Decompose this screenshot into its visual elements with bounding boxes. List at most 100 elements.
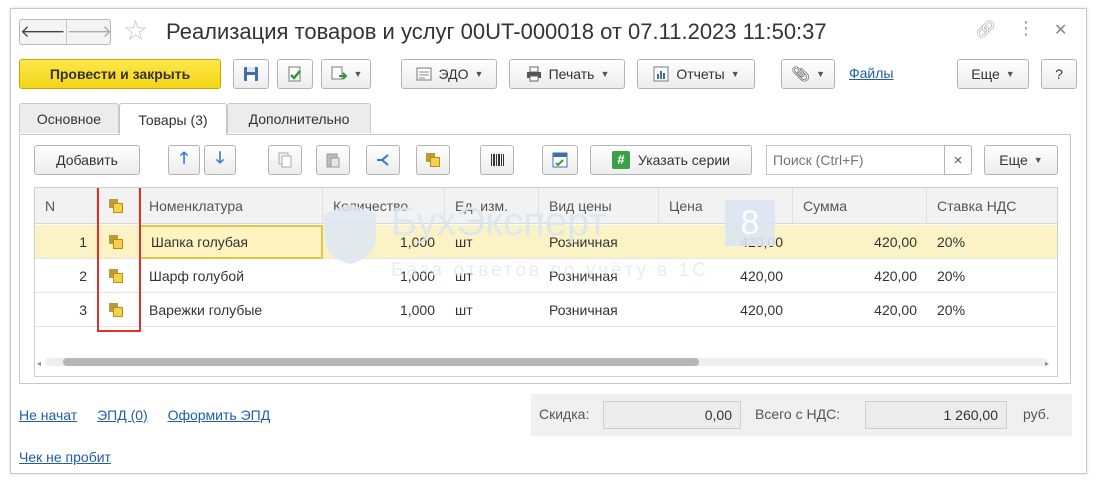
edo-label: ЭДО xyxy=(438,66,469,82)
link-icon[interactable]: 🔗︎ xyxy=(975,20,997,40)
barcode-icon xyxy=(488,151,506,169)
totals-panel: Скидка: 0,00 Всего с НДС: 1 260,00 руб. xyxy=(531,394,1072,436)
price-type-cell[interactable]: Розничная xyxy=(539,225,659,259)
receipt-status-link[interactable]: Чек не пробит xyxy=(19,449,111,465)
unit-cell[interactable]: шт xyxy=(445,259,539,293)
save-button[interactable] xyxy=(233,59,269,89)
post-and-close-button[interactable]: Провести и закрыть xyxy=(19,59,221,89)
table-row[interactable]: 2 Шарф голубой 1,000 шт Розничная 420,00… xyxy=(35,259,1057,293)
tab-main[interactable]: Основное xyxy=(19,103,119,133)
horizontal-scrollbar[interactable] xyxy=(45,358,1047,366)
nomenclature-cell[interactable]: Варежки голубые xyxy=(139,293,323,327)
paste-button[interactable] xyxy=(316,145,350,175)
arrow-up-icon: 🡑 xyxy=(179,149,189,167)
print-button[interactable]: Печать ▼ xyxy=(509,59,625,89)
unit-cell[interactable]: шт xyxy=(445,225,539,259)
price-type-cell[interactable]: Розничная xyxy=(539,259,659,293)
sum-cell[interactable]: 420,00 xyxy=(793,225,927,259)
epd-link[interactable]: ЭПД (0) xyxy=(97,407,148,423)
forward-button[interactable]: 🡒 xyxy=(65,20,112,44)
reports-icon xyxy=(652,65,670,83)
col-nomenclature[interactable]: Номенклатура xyxy=(139,188,323,224)
price-type-cell[interactable]: Розничная xyxy=(539,293,659,327)
move-down-button[interactable]: 🡓 xyxy=(204,145,236,175)
post-button[interactable] xyxy=(277,59,313,89)
row-number: 2 xyxy=(79,268,87,284)
goods-panel: Добавить 🡑 🡓 # Указать серии Поиск (Ctrl… xyxy=(19,134,1071,384)
goods-more-label: Еще xyxy=(999,152,1028,168)
sum-cell[interactable]: 420,00 xyxy=(793,259,927,293)
chevron-down-icon: ▼ xyxy=(1033,155,1043,165)
fill-button[interactable] xyxy=(542,145,578,175)
scroll-right-icon[interactable]: ▸ xyxy=(1045,359,1049,368)
sum-cell[interactable]: 420,00 xyxy=(793,293,927,327)
nomenclature-cell[interactable]: Шарф голубой xyxy=(139,259,323,293)
scroll-left-icon[interactable]: ◂ xyxy=(37,359,41,368)
chevron-down-icon: ▼ xyxy=(730,69,740,79)
hash-icon: # xyxy=(611,151,630,169)
price-cell[interactable]: 420,00 xyxy=(659,293,793,327)
table-row[interactable]: 1 Шапка голубая 1,000 шт Розничная 420,0… xyxy=(35,225,1057,259)
status-link[interactable]: Не начат xyxy=(19,407,77,423)
quantity-cell[interactable]: 1,000 xyxy=(323,225,445,259)
specify-series-button[interactable]: # Указать серии xyxy=(590,145,752,175)
add-button[interactable]: Добавить xyxy=(34,145,140,175)
print-label: Печать xyxy=(548,66,595,82)
move-up-button[interactable]: 🡑 xyxy=(168,145,200,175)
packaging-column-highlight xyxy=(97,188,141,332)
paste-icon xyxy=(324,151,342,169)
help-button[interactable]: ? xyxy=(1041,59,1077,89)
col-price[interactable]: Цена xyxy=(659,188,793,224)
chevron-down-icon: ▼ xyxy=(816,69,825,79)
floppy-disk-icon xyxy=(242,65,260,83)
star-icon[interactable]: ☆ xyxy=(123,16,148,46)
footer-links: Не начат ЭПД (0) Оформить ЭПД xyxy=(19,407,286,423)
edo-button[interactable]: ЭДО ▼ xyxy=(401,59,497,89)
discount-field: 0,00 xyxy=(603,401,741,429)
more-dots-icon[interactable]: ⋮ xyxy=(1017,18,1035,39)
search-input[interactable] xyxy=(766,145,946,175)
quantity-cell[interactable]: 1,000 xyxy=(323,293,445,327)
split-button[interactable] xyxy=(366,145,400,175)
unit-cell[interactable]: шт xyxy=(445,293,539,327)
paperclip-icon: 📎︎ xyxy=(791,66,811,83)
vat-cell[interactable]: 20% xyxy=(927,293,1057,327)
table-header: N Номенклатура Количество Ед. изм. Вид ц… xyxy=(35,188,1057,224)
col-sum[interactable]: Сумма xyxy=(793,188,927,224)
attach-button[interactable]: 📎︎ ▼ xyxy=(781,59,835,89)
reports-button[interactable]: Отчеты ▼ xyxy=(637,59,755,89)
document-window: 🡐 🡒 ☆ Реализация товаров и услуг 00UT-00… xyxy=(10,8,1087,474)
title-bar: 🡐 🡒 ☆ Реализация товаров и услуг 00UT-00… xyxy=(11,9,1086,55)
arrow-down-icon: 🡓 xyxy=(215,149,225,167)
col-quantity[interactable]: Количество xyxy=(323,188,445,224)
col-unit[interactable]: Ед. изм. xyxy=(445,188,539,224)
clear-search-button[interactable]: × xyxy=(944,145,972,175)
total-label: Всего с НДС: xyxy=(755,406,841,422)
back-button[interactable]: 🡐 xyxy=(20,20,66,44)
table-row[interactable]: 3 Варежки голубые 1,000 шт Розничная 420… xyxy=(35,293,1057,327)
col-vat-rate[interactable]: Ставка НДС xyxy=(927,188,1057,224)
barcode-button[interactable] xyxy=(480,145,514,175)
goods-more-button[interactable]: Еще ▼ xyxy=(984,145,1058,175)
vat-cell[interactable]: 20% xyxy=(927,225,1057,259)
copy-button[interactable] xyxy=(268,145,302,175)
create-based-on-button[interactable]: ▼ xyxy=(321,59,371,89)
price-cell[interactable]: 420,00 xyxy=(659,259,793,293)
make-epd-link[interactable]: Оформить ЭПД xyxy=(168,407,271,423)
scrollbar-thumb[interactable] xyxy=(63,358,699,366)
col-price-type[interactable]: Вид цены xyxy=(539,188,659,224)
packaging-button[interactable] xyxy=(416,145,450,175)
tab-additional[interactable]: Дополнительно xyxy=(227,103,371,133)
tab-goods[interactable]: Товары (3) xyxy=(119,103,227,135)
files-link[interactable]: Файлы xyxy=(849,65,893,81)
price-cell[interactable]: 420,00 xyxy=(659,225,793,259)
more-button[interactable]: Еще ▼ xyxy=(957,59,1029,89)
split-arrows-icon xyxy=(374,151,392,169)
post-and-close-label: Провести и закрыть xyxy=(49,66,191,82)
col-n[interactable]: N xyxy=(35,188,97,224)
close-icon[interactable]: ✕ xyxy=(1054,20,1067,40)
vat-cell[interactable]: 20% xyxy=(927,259,1057,293)
quantity-cell[interactable]: 1,000 xyxy=(323,259,445,293)
more-label: Еще xyxy=(971,66,1000,82)
nomenclature-cell[interactable]: Шапка голубая xyxy=(139,225,323,259)
